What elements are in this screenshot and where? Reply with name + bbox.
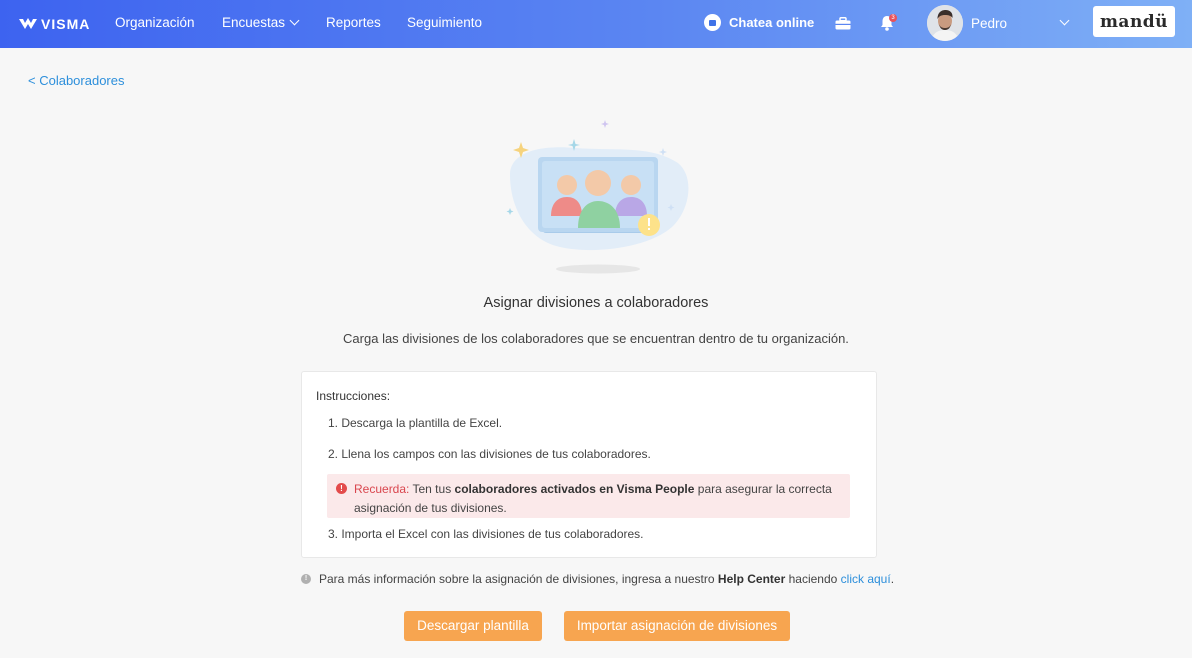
chevron-down-icon xyxy=(289,15,300,26)
instructions-card: Instrucciones: 1. Descarga la plantilla … xyxy=(301,371,877,558)
nav-encuestas[interactable]: Encuestas xyxy=(222,15,300,30)
nav-seguimiento[interactable]: Seguimiento xyxy=(407,15,482,30)
reminder-text-before: Ten tus xyxy=(412,482,452,496)
back-link-colaboradores[interactable]: < Colaboradores xyxy=(28,73,124,88)
instruction-step-2: 2. Llena los campos con las divisiones d… xyxy=(328,447,651,461)
mandu-logo: mandü xyxy=(1093,6,1175,37)
nav-reportes[interactable]: Reportes xyxy=(326,15,381,30)
reminder-text: Recuerda: Ten tus colaboradores activado… xyxy=(354,480,834,518)
reminder-alert: ! Recuerda: Ten tus colaboradores activa… xyxy=(327,474,850,518)
user-avatar-icon xyxy=(927,5,963,41)
user-name[interactable]: Pedro xyxy=(971,16,1007,31)
visma-logo-mark-icon xyxy=(19,18,37,29)
help-center-info: ! Para más información sobre la asignaci… xyxy=(301,572,894,586)
info-icon: ! xyxy=(301,574,311,584)
download-template-button[interactable]: Descargar plantilla xyxy=(404,611,542,641)
instruction-step-3: 3. Importa el Excel con las divisiones d… xyxy=(328,527,644,541)
reminder-label: Recuerda: xyxy=(354,482,410,496)
avatar[interactable] xyxy=(927,5,963,41)
visma-logo[interactable]: VISMA xyxy=(18,14,90,34)
nav-encuestas-label: Encuestas xyxy=(222,15,286,30)
people-group-illustration xyxy=(506,120,689,274)
info-text-before: Para más información sobre la asignación… xyxy=(319,572,715,586)
mandu-logo-text: mandü xyxy=(1099,11,1169,32)
nav-organizacion[interactable]: Organización xyxy=(115,15,195,30)
reminder-bold-text: colaboradores activados en Visma People xyxy=(454,482,695,496)
page-subtitle: Carga las divisiones de los colaboradore… xyxy=(343,331,849,346)
info-text-middle: haciendo xyxy=(788,572,838,586)
chat-icon xyxy=(704,14,721,31)
info-text-end: . xyxy=(890,572,895,586)
user-menu-chevron-icon[interactable] xyxy=(1059,15,1070,26)
help-center-bold: Help Center xyxy=(717,572,786,586)
import-divisions-button[interactable]: Importar asignación de divisiones xyxy=(564,611,790,641)
notification-badge: 3 xyxy=(889,14,897,22)
briefcase-icon[interactable] xyxy=(835,17,851,30)
visma-logo-text: VISMA xyxy=(41,16,91,32)
chat-online-label: Chatea online xyxy=(729,15,815,30)
instruction-step-1: 1. Descarga la plantilla de Excel. xyxy=(328,416,503,430)
page-title: Asignar divisiones a colaboradores xyxy=(483,295,709,311)
instructions-heading: Instrucciones: xyxy=(316,389,391,403)
chat-online-button[interactable]: Chatea online xyxy=(704,14,814,31)
top-navbar: VISMA Organización Encuestas Reportes Se… xyxy=(0,0,1192,48)
click-here-link[interactable]: click aquí xyxy=(841,572,891,586)
alert-circle-icon: ! xyxy=(336,483,347,494)
